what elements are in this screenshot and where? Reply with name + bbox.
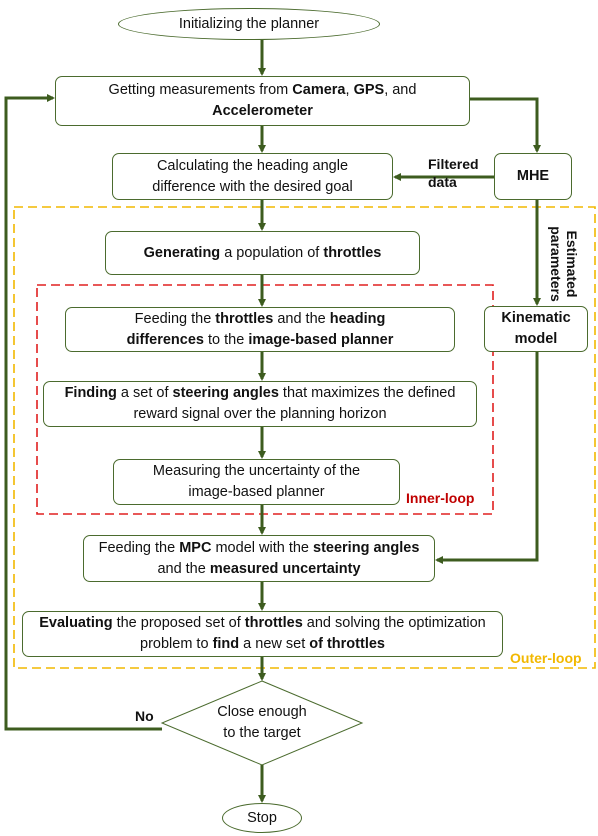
generate-node: Generating a population of throttles: [105, 231, 420, 275]
node-text: Initializing the planner: [179, 14, 319, 35]
outer-loop-region: [13, 206, 596, 669]
node-text: Getting measurements from Camera, GPS, a…: [86, 80, 439, 122]
mpc-node: Feeding the MPC model with the steering …: [83, 535, 435, 582]
find-steering-node: Finding a set of steering angles that ma…: [43, 381, 477, 427]
bold-text-segment: throttles: [215, 310, 274, 327]
estimated-parameters-label: Estimated parameters: [548, 226, 580, 302]
text-segment: ,: [345, 82, 354, 98]
node-text: Stop: [247, 808, 277, 829]
decision-node: Close enough to the target: [202, 690, 322, 756]
text-segment: Feeding the: [98, 539, 180, 556]
text-segment: and the: [157, 560, 210, 577]
bold-text-segment: MPC: [179, 539, 212, 556]
text-segment: , and: [384, 82, 417, 98]
text-segment: a population of: [220, 244, 324, 261]
node-text: Finding a set of steering angles that ma…: [50, 383, 470, 425]
node-text: Calculating the heading angle difference…: [141, 156, 364, 198]
text-segment: a set of: [116, 385, 173, 401]
heading-node: Calculating the heading angle difference…: [112, 153, 393, 200]
start-node: Initializing the planner: [118, 8, 380, 40]
text-segment: Getting measurements from: [108, 82, 293, 98]
text-segment: the proposed set of: [112, 615, 245, 631]
node-text: Close enough to the target: [210, 702, 314, 744]
bold-text-segment: GPS: [353, 82, 385, 98]
measure-node: Getting measurements from Camera, GPS, a…: [55, 76, 470, 126]
bold-text-segment: Finding: [64, 385, 117, 401]
mhe-node: MHE: [494, 153, 572, 200]
feed-planner-node: Feeding the throttles and the heading di…: [65, 307, 455, 352]
inner-loop-label: Inner-loop: [406, 490, 475, 506]
bold-text-segment: Accelerometer: [212, 103, 313, 119]
arrow-measure-to-mhe: [470, 97, 541, 153]
bold-text-segment: find: [212, 636, 240, 652]
bold-text-segment: Evaluating: [39, 615, 113, 631]
text-segment: and the: [273, 310, 330, 327]
node-text: Evaluating the proposed set of throttles…: [29, 613, 496, 655]
bold-text-segment: throttles: [323, 244, 382, 261]
node-text: Feeding the throttles and the heading di…: [96, 309, 424, 351]
bold-text-segment: throttles: [244, 615, 303, 631]
text-segment: Calculating the heading angle difference…: [152, 157, 353, 195]
node-text: Generating a population of throttles: [144, 243, 382, 264]
bold-text-segment: steering angles: [313, 539, 420, 556]
bold-text-segment: image-based planner: [248, 331, 394, 348]
outer-loop-label: Outer-loop: [510, 650, 582, 666]
text-segment: Initializing the planner: [178, 15, 320, 32]
text-segment: Measuring the uncertainty of the image-b…: [152, 463, 361, 500]
text-segment: Stop: [247, 809, 277, 826]
bold-text-segment: MHE: [516, 168, 550, 184]
text-segment: model with the: [211, 539, 314, 556]
uncertainty-node: Measuring the uncertainty of the image-b…: [113, 459, 400, 505]
no-branch-label: No: [135, 708, 154, 724]
text-segment: Feeding the: [134, 310, 216, 327]
node-text: Feeding the MPC model with the steering …: [94, 538, 424, 580]
bold-text-segment: measured uncertainty: [209, 560, 361, 577]
text-segment: Close enough to the target: [217, 704, 307, 741]
bold-text-segment: steering angles: [172, 385, 279, 401]
bold-text-segment: Generating: [143, 244, 221, 261]
bold-text-segment: Camera: [292, 82, 346, 98]
node-text: Measuring the uncertainty of the image-b…: [134, 461, 379, 503]
filtered-data-label: Filtered data: [428, 156, 479, 190]
node-text: MHE: [517, 166, 549, 187]
stop-node: Stop: [222, 803, 302, 833]
text-segment: a new set: [239, 636, 310, 652]
evaluate-node: Evaluating the proposed set of throttles…: [22, 611, 503, 657]
text-segment: to the: [203, 331, 249, 348]
bold-text-segment: of throttles: [309, 636, 385, 652]
